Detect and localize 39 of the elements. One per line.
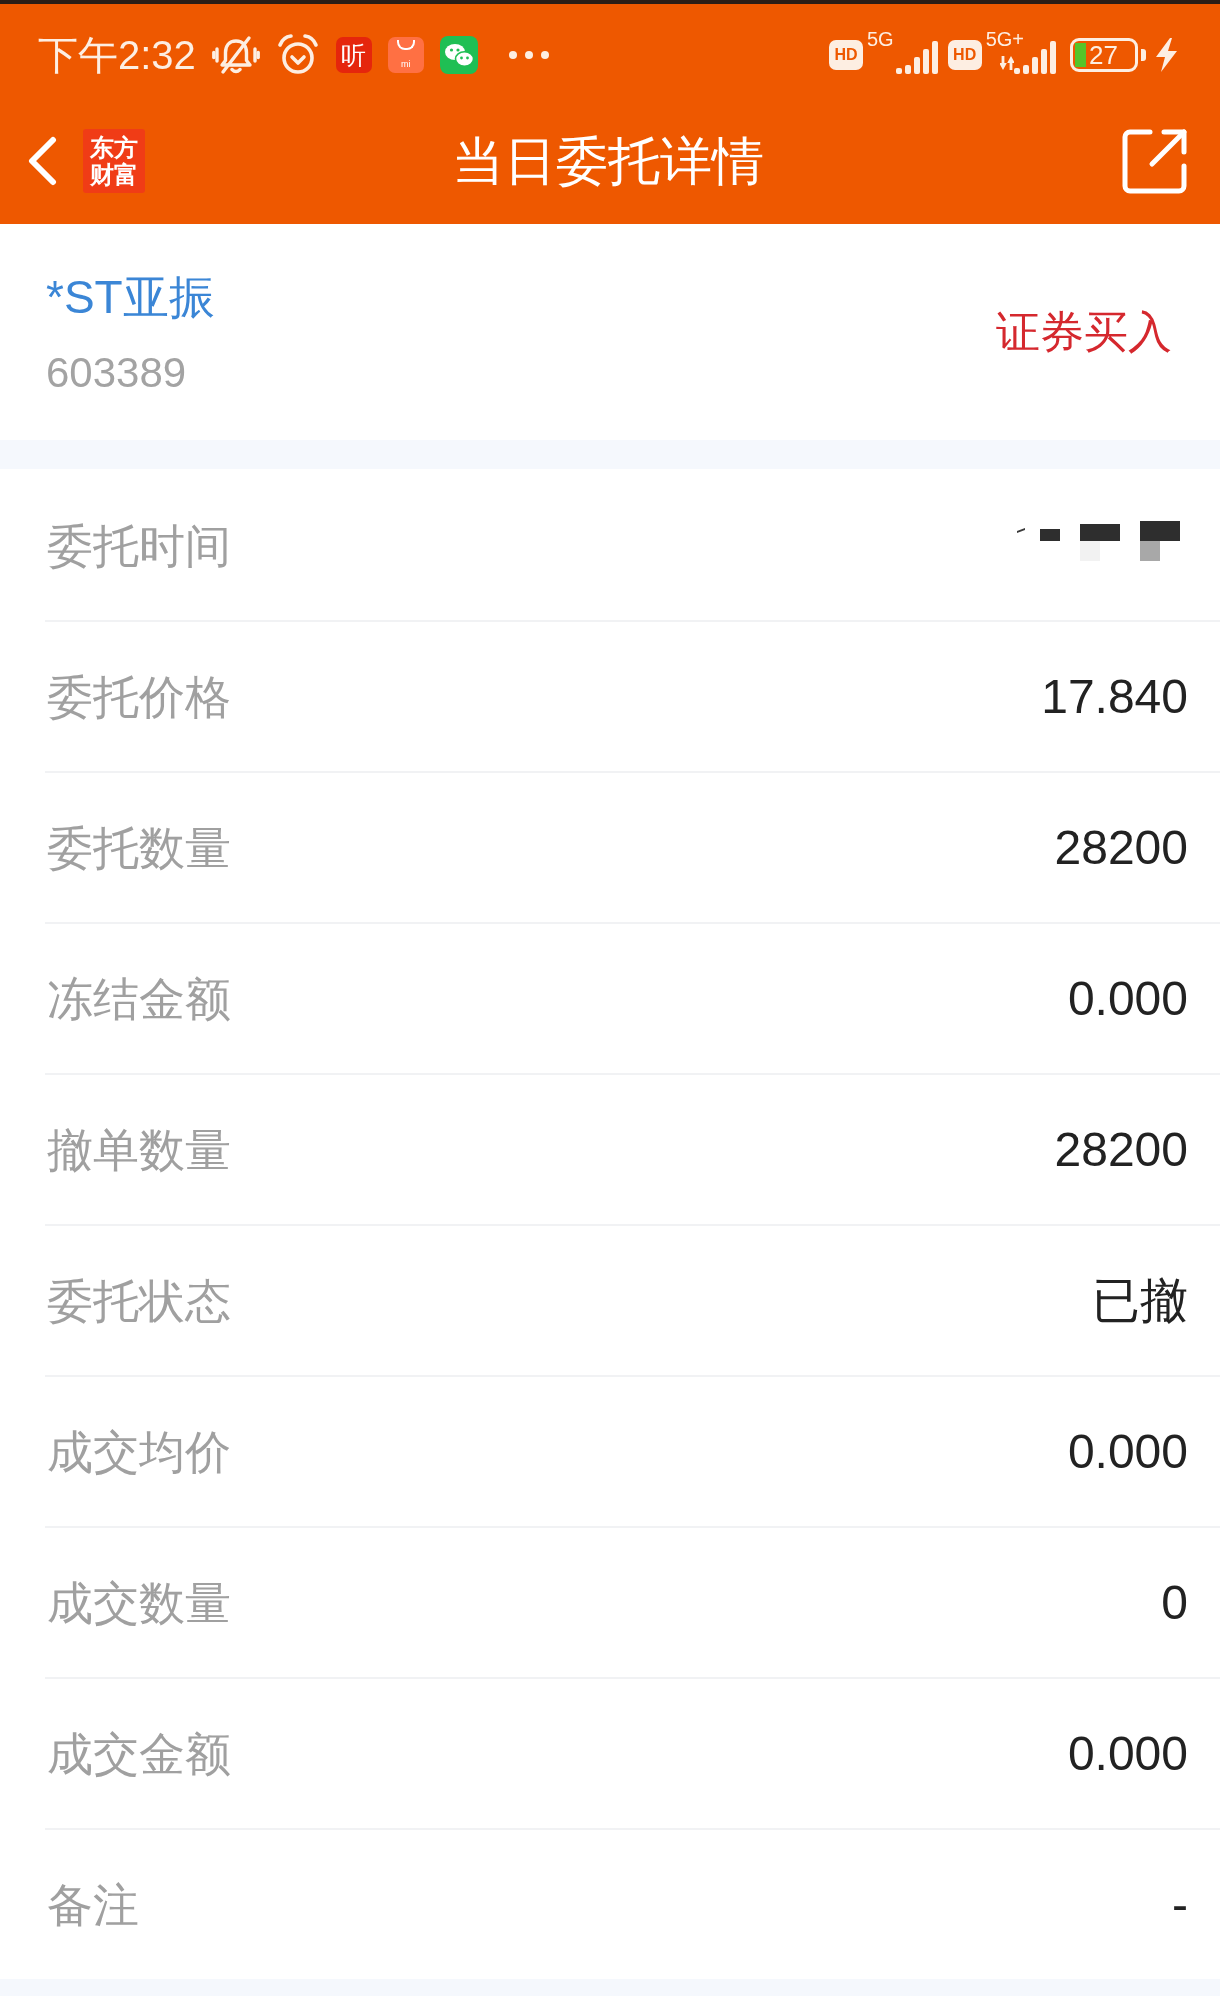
status-time: 下午2:32: [38, 32, 196, 78]
network-type: 5G+: [985, 28, 1024, 50]
field-label: 成交数量: [47, 1575, 231, 1631]
chat-app-icon: [439, 36, 478, 74]
field-label: 成交均价: [47, 1424, 231, 1480]
stock-name[interactable]: *ST亚振: [46, 268, 215, 326]
muted-bell-icon: [211, 35, 260, 75]
field-value: -: [1172, 1876, 1188, 1933]
back-icon[interactable]: [27, 135, 57, 186]
stock-code: 603389: [46, 348, 188, 398]
hd-indicator: HD: [828, 40, 863, 70]
field-value: 28200: [1054, 819, 1188, 876]
field-value: 0.000: [1067, 1725, 1188, 1782]
share-icon[interactable]: [1122, 127, 1188, 194]
app-notification-icon: 听: [335, 37, 372, 73]
field-label: 撤单数量: [47, 1122, 231, 1178]
trade-type: 证券买入: [996, 306, 1172, 358]
hd-indicator: HD: [947, 40, 982, 70]
battery-indicator: 27: [1070, 38, 1146, 72]
network-type: 5G: [866, 28, 894, 50]
field-label: 委托数量: [47, 820, 231, 876]
field-value: 0.000: [1067, 1423, 1188, 1480]
field-value: 0.000: [1067, 970, 1188, 1027]
field-value: 17.840: [1041, 668, 1188, 725]
more-dots-icon: [507, 50, 550, 60]
field-value: 已撤: [1092, 1272, 1188, 1329]
field-label: 委托价格: [47, 669, 231, 725]
field-label: 委托时间: [47, 518, 231, 574]
field-label: 成交金额: [47, 1726, 231, 1782]
field-value: 0: [1161, 1574, 1188, 1631]
field-value: 28200: [1054, 1121, 1188, 1178]
field-label: 冻结金额: [47, 971, 231, 1027]
page-title: 当日委托详情: [451, 130, 764, 192]
field-label: 委托状态: [47, 1273, 231, 1329]
app-logo[interactable]: 东方财富: [83, 128, 145, 193]
alarm-clock-icon: [275, 33, 320, 77]
field-label: 备注: [47, 1877, 139, 1933]
charging-icon: [1154, 38, 1178, 72]
store-app-icon: mi: [387, 37, 424, 73]
